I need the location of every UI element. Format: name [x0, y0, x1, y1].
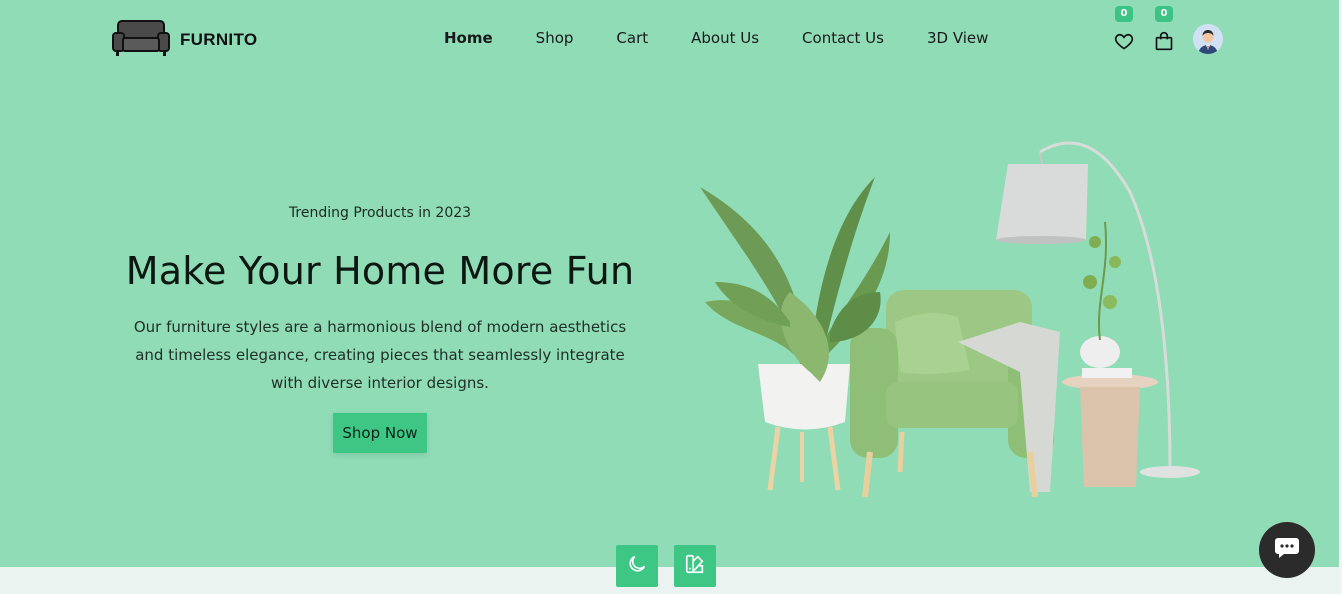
- chat-button[interactable]: [1259, 522, 1315, 578]
- dark-mode-toggle[interactable]: [616, 545, 658, 587]
- shop-now-button[interactable]: Shop Now: [333, 413, 427, 453]
- shopping-bag-icon[interactable]: [1154, 31, 1174, 51]
- hero-description: Our furniture styles are a harmonious bl…: [133, 318, 627, 392]
- wishlist-count-badge: 0: [1115, 6, 1133, 22]
- main-menu: Home Shop Cart About Us Contact Us 3D Vi…: [444, 29, 1031, 47]
- nav-about-us[interactable]: About Us: [691, 29, 759, 47]
- brand-name: FURNITO: [180, 30, 258, 49]
- palette-icon: [684, 553, 706, 579]
- moon-icon: [626, 553, 648, 579]
- nav-cart[interactable]: Cart: [616, 29, 648, 47]
- theme-picker-button[interactable]: [674, 545, 716, 587]
- hero-eyebrow: Trending Products in 2023: [288, 205, 472, 221]
- hero-section: Trending Products in 2023 Make Your Home…: [120, 205, 640, 453]
- nav-home[interactable]: Home: [444, 29, 493, 47]
- nav-shop[interactable]: Shop: [536, 29, 574, 47]
- heart-icon[interactable]: [1114, 31, 1134, 51]
- navbar: FURNITO Home Shop Cart About Us Contact …: [0, 0, 1342, 80]
- nav-contact-us[interactable]: Contact Us: [802, 29, 884, 47]
- nav-3d-view[interactable]: 3D View: [927, 29, 988, 47]
- hero-headline: Make Your Home More Fun: [125, 249, 635, 293]
- chat-bubble-icon: [1274, 536, 1300, 564]
- hero-image: [690, 132, 1240, 507]
- bottom-strip: [0, 567, 1342, 594]
- sofa-icon: [112, 18, 170, 62]
- brand-logo[interactable]: FURNITO: [112, 18, 257, 62]
- cart-count-badge: 0: [1155, 6, 1173, 22]
- user-avatar[interactable]: [1193, 24, 1223, 54]
